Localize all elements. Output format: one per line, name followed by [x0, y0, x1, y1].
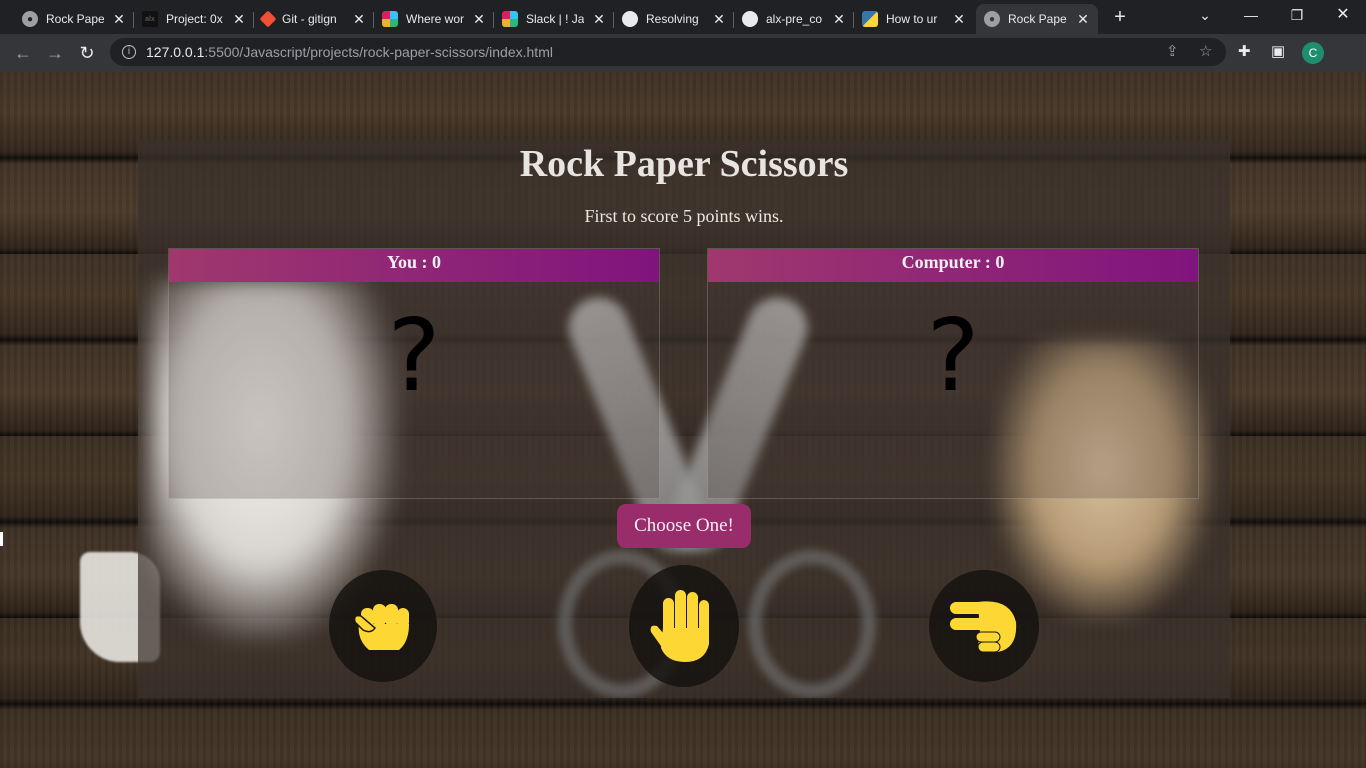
tab-title: Rock Paper [46, 12, 104, 26]
back-arrow-icon[interactable]: ← [10, 40, 36, 66]
alx-icon: alx [142, 11, 158, 27]
scissors-hand-icon [950, 601, 1017, 653]
url-path: :5500/Javascript/projects/rock-paper-sci… [204, 44, 553, 60]
paper-button[interactable] [629, 565, 739, 687]
open-hand-icon [650, 590, 709, 662]
page-title: Rock Paper Scissors [519, 143, 849, 185]
player-score: You : 0 [169, 249, 659, 282]
page-viewport: Rock Paper Scissors First to score 5 poi… [0, 72, 1366, 768]
player-panel: You : 0 ? [168, 248, 660, 499]
computer-score: Computer : 0 [708, 249, 1198, 282]
python-icon [862, 11, 878, 27]
tab-git[interactable]: Git - gitign ✕ [254, 4, 374, 34]
tab-title: Rock Pape [1008, 12, 1067, 26]
minimize-icon[interactable]: — [1228, 0, 1274, 32]
close-icon[interactable]: ✕ [112, 11, 126, 28]
page-subtitle: First to score 5 points wins. [584, 206, 784, 226]
tab-rock-paper-active[interactable]: ● Rock Pape ✕ [976, 4, 1098, 34]
tab-slack[interactable]: Slack | ! Ja ✕ [494, 4, 614, 34]
tab-where[interactable]: Where wor ✕ [374, 4, 494, 34]
info-icon[interactable]: i [122, 45, 136, 59]
background-scissors-handle [748, 550, 876, 698]
restore-icon[interactable]: ❐ [1274, 0, 1320, 32]
tab-project[interactable]: alx Project: 0x ✕ [134, 4, 254, 34]
close-icon[interactable]: ✕ [232, 11, 246, 28]
game-container: Rock Paper Scissors First to score 5 poi… [138, 140, 1230, 698]
scissors-button[interactable] [929, 570, 1039, 682]
side-panel-icon[interactable]: ▣ [1271, 42, 1285, 60]
rock-button[interactable] [329, 570, 437, 682]
globe-icon: ● [984, 11, 1000, 27]
extensions-icon[interactable]: ✚ [1238, 42, 1251, 60]
share-icon[interactable]: ⇪ [1166, 42, 1179, 60]
choose-one-label: Choose One! [617, 504, 751, 548]
slack-icon [382, 11, 398, 27]
close-icon[interactable]: ✕ [1076, 11, 1090, 28]
bookmark-star-icon[interactable]: ☆ [1199, 42, 1212, 60]
close-icon[interactable]: ✕ [832, 11, 846, 28]
tab-alx-pre[interactable]: alx-pre_co ✕ [734, 4, 854, 34]
reload-icon[interactable]: ↻ [74, 40, 100, 66]
window-close-icon[interactable]: ✕ [1320, 0, 1366, 32]
tab-title: Slack | ! Ja [526, 12, 584, 26]
browser-toolbar: ← → ↻ i 127.0.0.1:5500/Javascript/projec… [0, 34, 1366, 72]
edge-marker [0, 532, 3, 546]
player-choice-placeholder: ? [387, 297, 441, 414]
computer-panel: Computer : 0 ? [707, 248, 1199, 499]
forward-arrow-icon[interactable]: → [42, 40, 68, 66]
url-host: 127.0.0.1 [146, 44, 205, 60]
chevron-down-icon[interactable]: ⌄ [1182, 0, 1228, 32]
github-icon [622, 11, 638, 27]
close-icon[interactable]: ✕ [352, 11, 366, 28]
new-tab-button[interactable]: + [1108, 6, 1132, 30]
close-icon[interactable]: ✕ [472, 11, 486, 28]
tab-title: alx-pre_co [766, 12, 823, 26]
globe-icon: ● [22, 11, 38, 27]
tab-title: How to ur [886, 12, 938, 26]
tab-how-to[interactable]: How to ur ✕ [854, 4, 974, 34]
slack-icon [502, 11, 518, 27]
tab-strip: ● Rock Paper ✕ alx Project: 0x ✕ Git - g… [0, 0, 1366, 34]
profile-avatar[interactable]: C [1302, 42, 1324, 64]
close-icon[interactable]: ✕ [712, 11, 726, 28]
tab-rock-paper-1[interactable]: ● Rock Paper ✕ [14, 4, 134, 34]
address-bar[interactable]: i 127.0.0.1:5500/Javascript/projects/roc… [110, 38, 1226, 66]
fist-icon [353, 604, 409, 650]
git-icon [259, 10, 277, 28]
tab-title: Resolving [646, 12, 699, 26]
close-icon[interactable]: ✕ [952, 11, 966, 28]
tab-title: Git - gitign [282, 12, 337, 26]
tab-resolving[interactable]: Resolving ✕ [614, 4, 734, 34]
github-icon [742, 11, 758, 27]
computer-choice-placeholder: ? [926, 297, 980, 414]
close-icon[interactable]: ✕ [592, 11, 606, 28]
tab-title: Project: 0x [166, 12, 223, 26]
tab-title: Where wor [406, 12, 464, 26]
